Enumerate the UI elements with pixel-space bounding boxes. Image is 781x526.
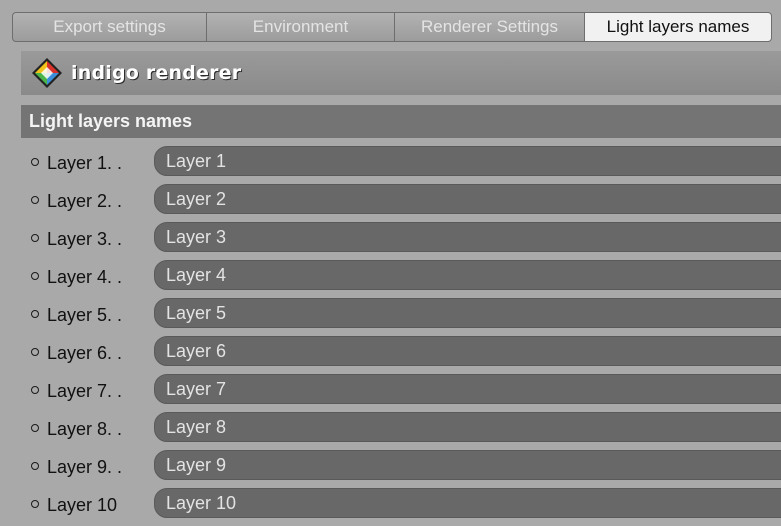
- radio-bullet-icon[interactable]: [31, 386, 39, 394]
- section-title: Light layers names: [29, 111, 193, 131]
- layer-name-input[interactable]: [154, 222, 781, 252]
- radio-bullet-icon[interactable]: [31, 272, 39, 280]
- layer-name-input[interactable]: [154, 336, 781, 366]
- radio-bullet-icon[interactable]: [31, 348, 39, 356]
- layer-label: Layer 4. .: [47, 267, 123, 287]
- radio-bullet-icon[interactable]: [31, 462, 39, 470]
- layer-row: Layer 7. .: [0, 372, 781, 410]
- layer-row: Layer 8. .: [0, 410, 781, 448]
- layer-list: Layer 1. . Layer 2. . Layer 3. . Layer 4…: [0, 144, 781, 524]
- layer-row: Layer 10: [0, 486, 781, 524]
- radio-bullet-icon[interactable]: [31, 196, 39, 204]
- brand-name: indigo renderer: [71, 62, 242, 84]
- layer-name-input[interactable]: [154, 488, 781, 518]
- layer-row: Layer 9. .: [0, 448, 781, 486]
- layer-label: Layer 5. .: [47, 305, 123, 325]
- layer-name-input[interactable]: [154, 184, 781, 214]
- radio-bullet-icon[interactable]: [31, 310, 39, 318]
- layer-label: Layer 7. .: [47, 381, 123, 401]
- layer-row: Layer 1. .: [0, 144, 781, 182]
- layer-label: Layer 9. .: [47, 457, 123, 477]
- section-header: Light layers names: [21, 105, 781, 138]
- layer-label: Layer 8. .: [47, 419, 123, 439]
- layer-row: Layer 5. .: [0, 296, 781, 334]
- tab-export-settings[interactable]: Export settings: [12, 12, 206, 42]
- layer-name-input[interactable]: [154, 298, 781, 328]
- layer-row: Layer 6. .: [0, 334, 781, 372]
- radio-bullet-icon[interactable]: [31, 424, 39, 432]
- radio-bullet-icon[interactable]: [31, 234, 39, 242]
- layer-row: Layer 2. .: [0, 182, 781, 220]
- layer-label: Layer 1. .: [47, 153, 123, 173]
- tab-renderer-settings[interactable]: Renderer Settings: [394, 12, 584, 42]
- layer-name-input[interactable]: [154, 450, 781, 480]
- tab-bar: Export settings Environment Renderer Set…: [12, 12, 772, 42]
- radio-bullet-icon[interactable]: [31, 158, 39, 166]
- radio-bullet-icon[interactable]: [31, 500, 39, 508]
- tab-environment[interactable]: Environment: [206, 12, 394, 42]
- layer-label: Layer 10: [47, 495, 118, 515]
- layer-name-input[interactable]: [154, 146, 781, 176]
- tab-light-layers-names[interactable]: Light layers names: [584, 12, 772, 42]
- layer-name-input[interactable]: [154, 412, 781, 442]
- layer-row: Layer 4. .: [0, 258, 781, 296]
- layer-label: Layer 2. .: [47, 191, 123, 211]
- layer-name-input[interactable]: [154, 374, 781, 404]
- layer-label: Layer 3. .: [47, 229, 123, 249]
- indigo-logo-icon: [32, 58, 62, 88]
- layer-name-input[interactable]: [154, 260, 781, 290]
- layer-row: Layer 3. .: [0, 220, 781, 258]
- brand-header: indigo renderer: [21, 51, 781, 95]
- layer-label: Layer 6. .: [47, 343, 123, 363]
